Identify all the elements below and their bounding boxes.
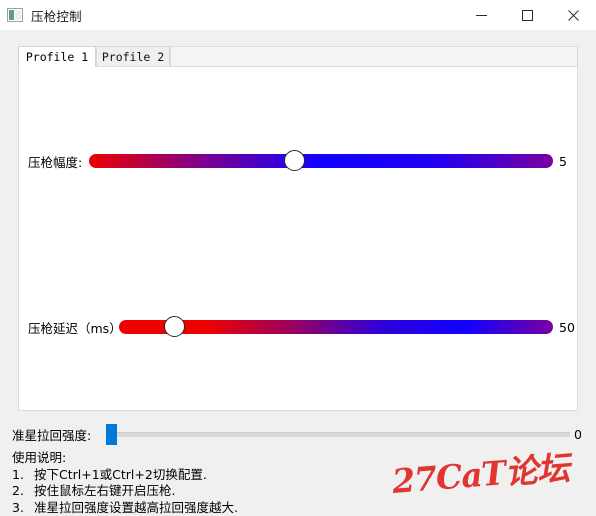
window-title: 压枪控制 bbox=[31, 6, 82, 25]
amplitude-slider-handle[interactable] bbox=[284, 150, 305, 171]
window-controls bbox=[458, 0, 596, 30]
help-title: 使用说明: bbox=[12, 450, 432, 467]
strength-slider-row: 准星拉回强度: 0 bbox=[12, 424, 584, 444]
help-item-3-number: 3. bbox=[12, 500, 34, 516]
close-button[interactable] bbox=[550, 0, 596, 30]
picture-icon bbox=[7, 8, 23, 22]
help-item-1-text: 按下Ctrl+1或Ctrl+2切换配置. bbox=[34, 467, 207, 482]
tab-profile-1[interactable]: Profile 1 bbox=[18, 46, 96, 67]
help-item-3-text: 准星拉回强度设置越高拉回强度越大. bbox=[34, 500, 238, 515]
help-item-2-text: 按住鼠标左右键开启压枪. bbox=[34, 483, 175, 498]
title-bar: 压枪控制 bbox=[0, 0, 596, 30]
tab-panel-profile-1: 压枪幅度: 5 压枪延迟（ms）: 50 bbox=[18, 66, 578, 411]
delay-slider-row: 压枪延迟（ms）: 50 bbox=[19, 312, 579, 342]
tab-strip: Profile 1 Profile 2 bbox=[18, 46, 578, 66]
maximize-button[interactable] bbox=[504, 0, 550, 30]
help-item-1-number: 1. bbox=[12, 467, 34, 484]
delay-label: 压枪延迟（ms）: bbox=[28, 312, 126, 342]
amplitude-slider-track[interactable] bbox=[89, 154, 553, 168]
strength-slider-handle[interactable] bbox=[106, 424, 117, 445]
strength-value: 0 bbox=[574, 424, 582, 444]
help-item-1: 1.按下Ctrl+1或Ctrl+2切换配置. bbox=[12, 467, 432, 484]
amplitude-slider-row: 压枪幅度: 5 bbox=[19, 146, 579, 176]
amplitude-label: 压枪幅度: bbox=[28, 146, 82, 176]
amplitude-value: 5 bbox=[559, 146, 567, 176]
help-section: 使用说明: 1.按下Ctrl+1或Ctrl+2切换配置. 2.按住鼠标左右键开启… bbox=[12, 450, 432, 516]
strength-label: 准星拉回强度: bbox=[12, 424, 91, 444]
tab-strip-filler bbox=[170, 46, 578, 66]
help-item-2-number: 2. bbox=[12, 483, 34, 500]
app-window: 压枪控制 Profile 1 Profile 2 压枪幅度: 5 压枪延迟（m bbox=[0, 0, 596, 506]
minimize-button[interactable] bbox=[458, 0, 504, 30]
help-item-2: 2.按住鼠标左右键开启压枪. bbox=[12, 483, 432, 500]
strength-slider-track[interactable] bbox=[107, 432, 570, 437]
tab-profile-2[interactable]: Profile 2 bbox=[96, 46, 170, 66]
delay-value: 50 bbox=[559, 312, 575, 342]
help-item-3: 3.准星拉回强度设置越高拉回强度越大. bbox=[12, 500, 432, 516]
